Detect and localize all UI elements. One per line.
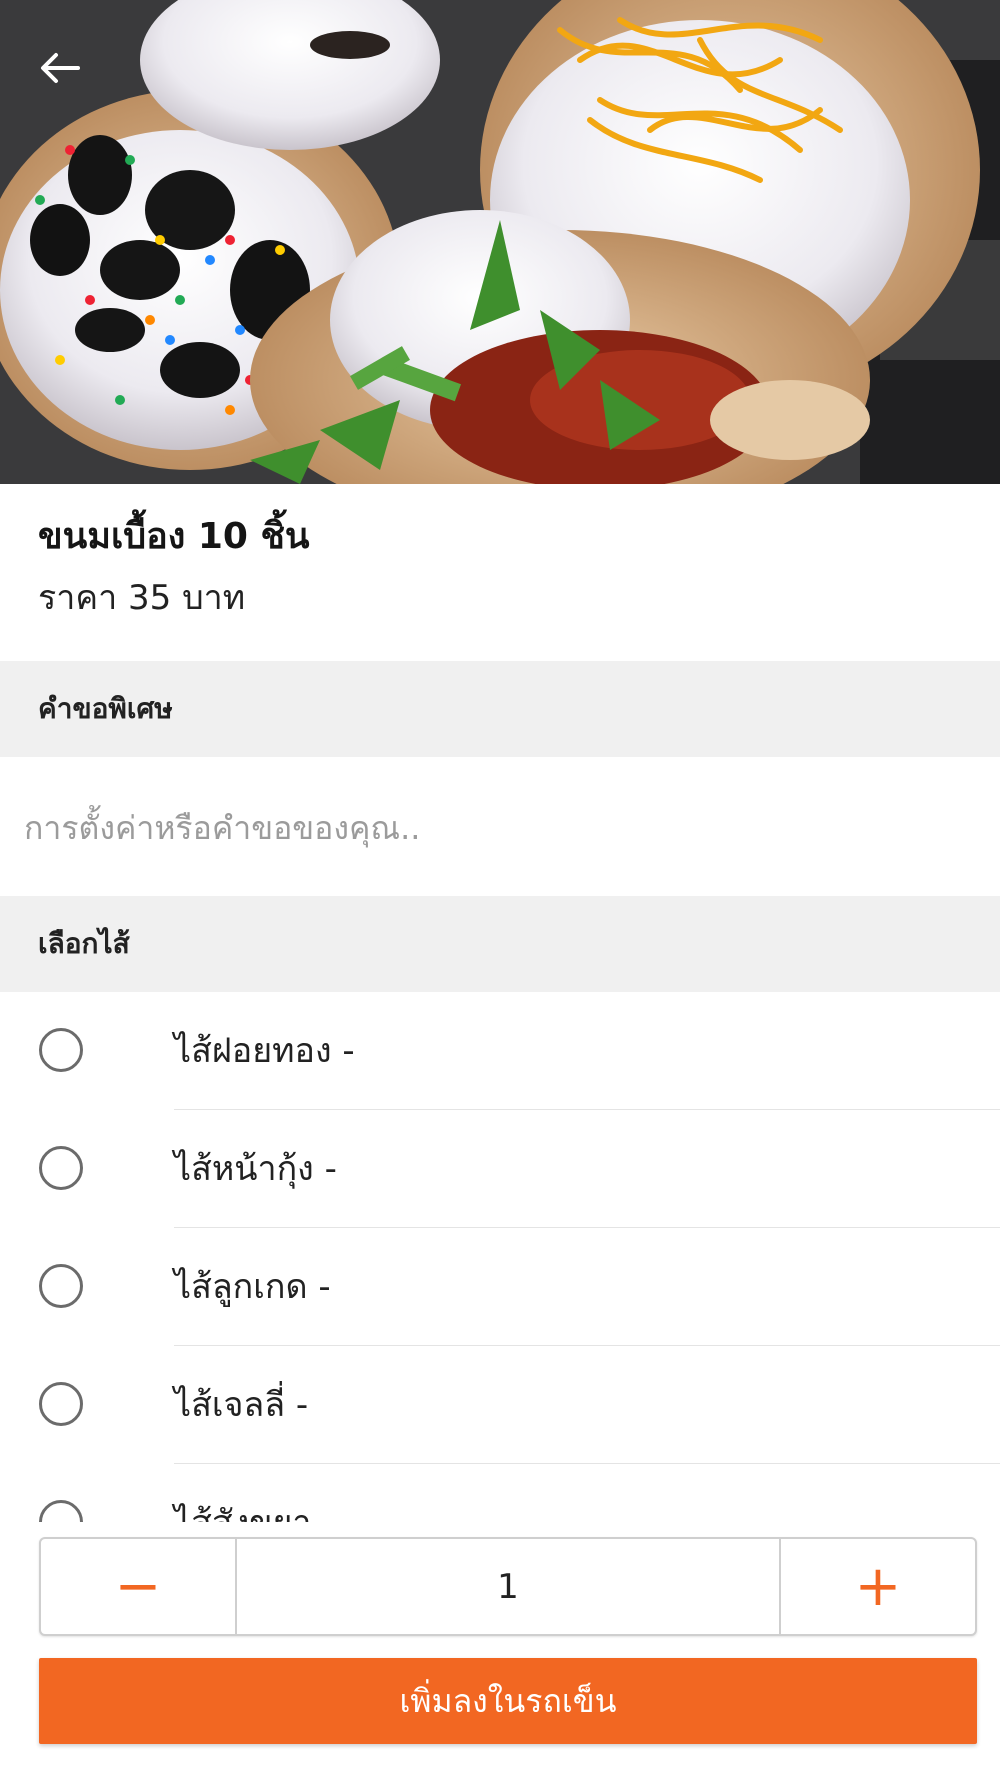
filling-option-label: ไส้สังขยา - [174, 1498, 335, 1522]
filling-options: ไส้ฝอยทอง - ไส้หน้ากุ้ง - ไส้ลูกเกด - ไส… [0, 992, 1000, 1522]
product-info: ขนมเบื้อง 10 ชิ้น ราคา 35 บาท [38, 515, 958, 623]
radio-button-icon[interactable] [39, 1264, 83, 1308]
special-request-input[interactable] [0, 760, 1000, 896]
add-to-cart-button[interactable]: เพิ่มลงในรถเข็น [39, 1658, 977, 1744]
filling-option-label: ไส้ลูกเกด - [174, 1267, 331, 1307]
quantity-value: 1 [497, 1566, 519, 1607]
quantity-stepper: − 1 + [39, 1537, 977, 1636]
radio-button-icon[interactable] [39, 1382, 83, 1426]
filling-option[interactable]: ไส้เจลลี่ - [0, 1346, 1000, 1464]
dessert-photo [0, 0, 1000, 484]
filling-header: เลือกไส้ [0, 896, 1000, 992]
filling-option-label: ไส้เจลลี่ - [174, 1385, 309, 1425]
special-request-header: คำขอพิเศษ [0, 661, 1000, 757]
back-button[interactable] [28, 40, 92, 96]
product-image [0, 0, 1000, 484]
filling-option[interactable]: ไส้ฝอยทอง - [0, 992, 1000, 1110]
filling-option[interactable]: ไส้หน้ากุ้ง - [0, 1110, 1000, 1228]
filling-option[interactable]: ไส้ลูกเกด - [0, 1228, 1000, 1346]
arrow-left-icon [41, 53, 80, 83]
radio-button-icon[interactable] [39, 1028, 83, 1072]
increase-quantity-button[interactable]: + [779, 1539, 975, 1634]
product-name: ขนมเบื้อง 10 ชิ้น [38, 516, 310, 557]
filling-option[interactable]: ไส้สังขยา - [0, 1464, 1000, 1522]
filling-option-label: ไส้หน้ากุ้ง - [174, 1149, 337, 1189]
plus-icon: + [854, 1553, 902, 1619]
radio-button-icon[interactable] [39, 1500, 83, 1522]
minus-icon: − [114, 1553, 162, 1619]
decrease-quantity-button[interactable]: − [41, 1539, 237, 1634]
filling-option-label: ไส้ฝอยทอง - [174, 1031, 355, 1071]
product-price: ราคา 35 บาท [38, 578, 246, 618]
radio-button-icon[interactable] [39, 1146, 83, 1190]
